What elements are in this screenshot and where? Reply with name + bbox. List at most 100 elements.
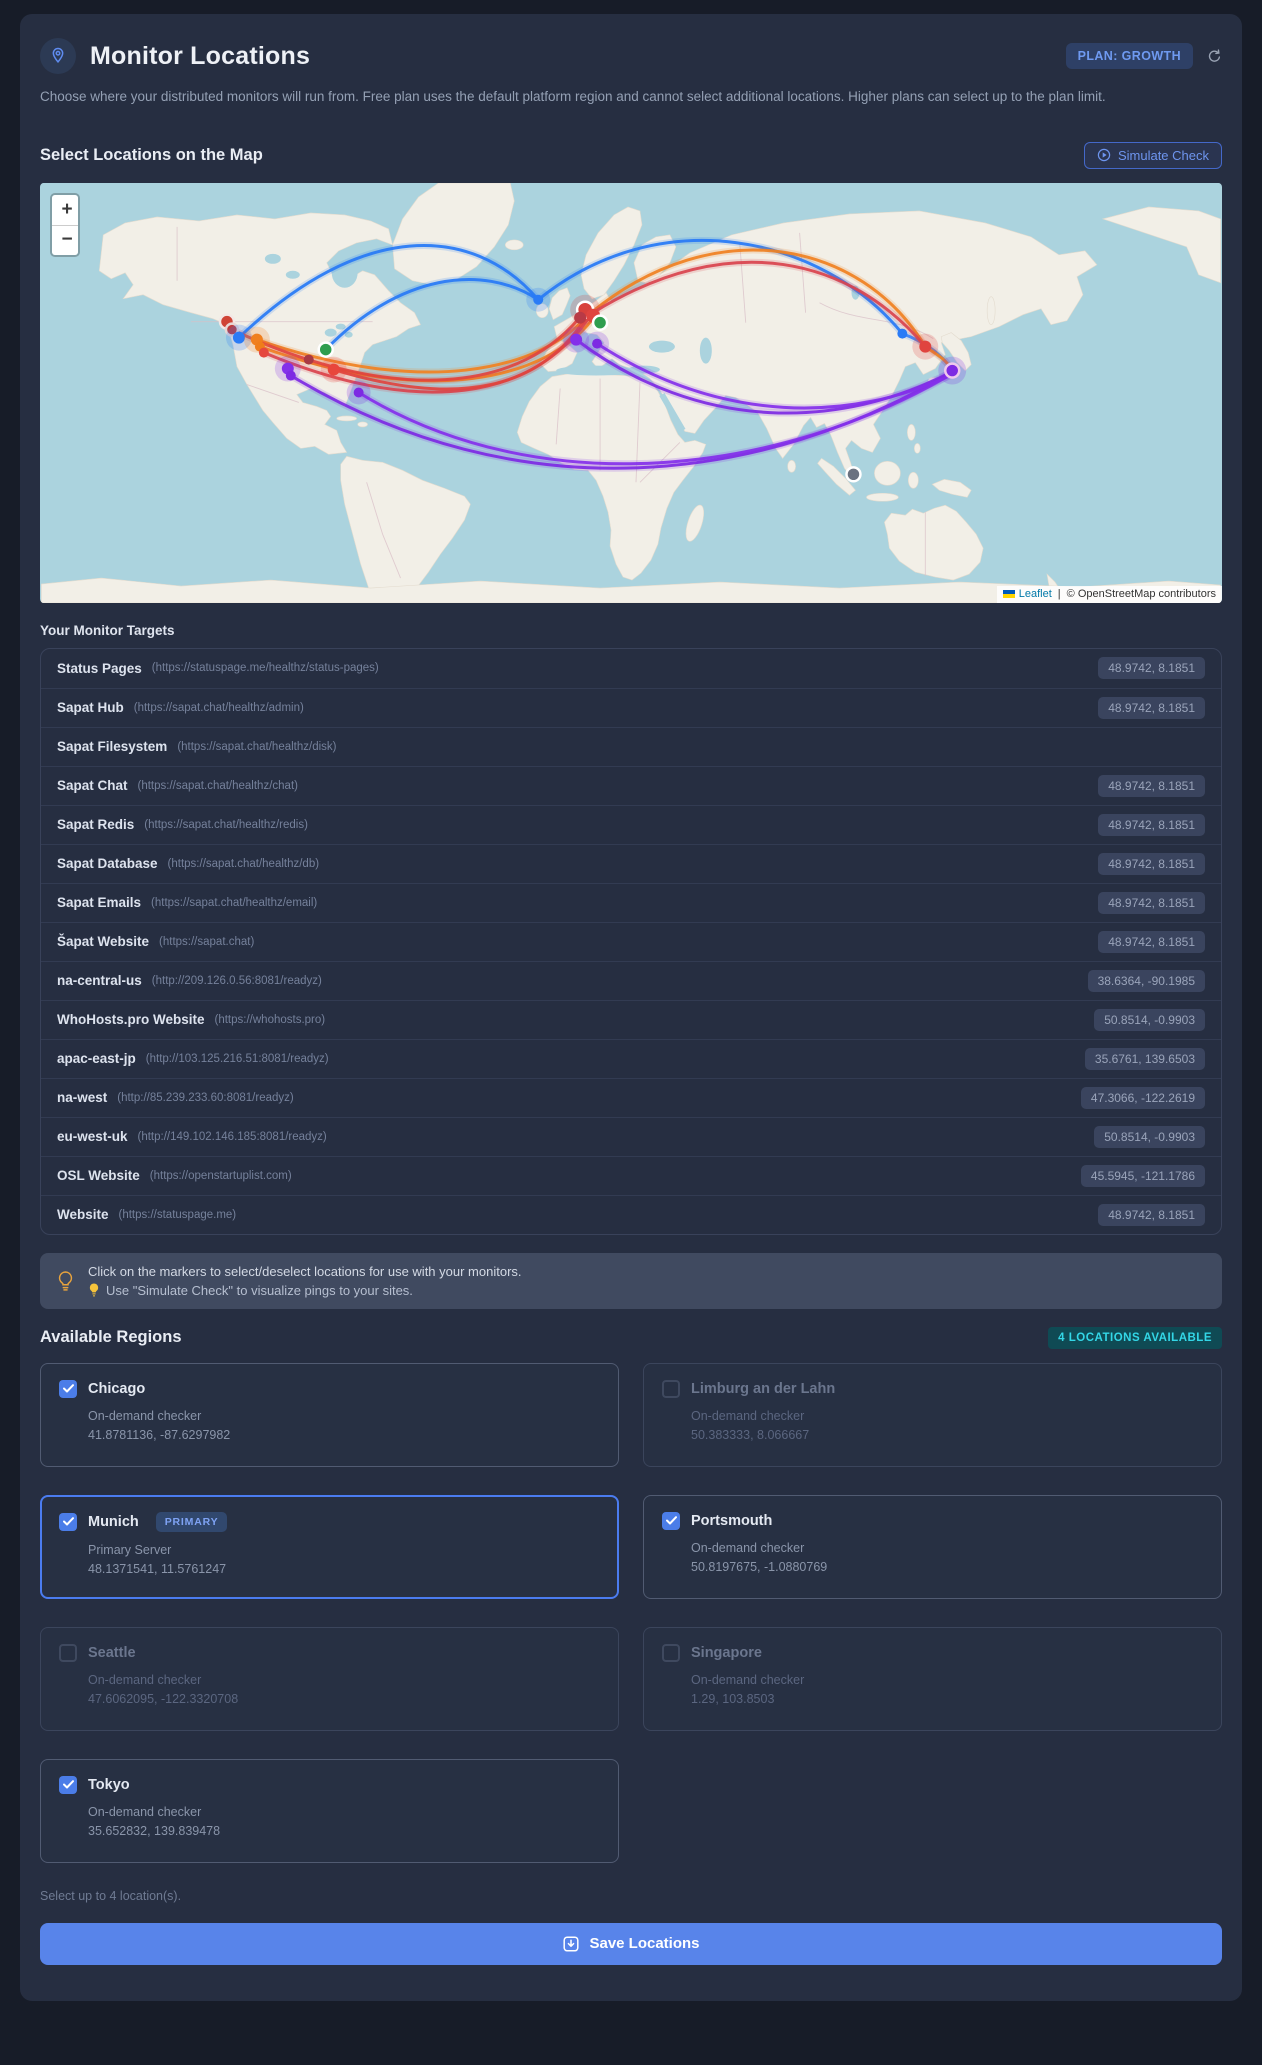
- eu-purple-2-marker[interactable]: [592, 338, 603, 349]
- checkmark-icon: [62, 1517, 74, 1526]
- munich-green-marker[interactable]: [591, 314, 609, 331]
- region-subtitle: On-demand checker: [88, 1408, 202, 1423]
- region-checkbox[interactable]: [59, 1379, 77, 1398]
- target-row: Sapat Filesystem (https://sapat.chat/heal…: [41, 726, 1221, 766]
- asia-blue-marker[interactable]: [897, 328, 908, 339]
- target-coordinates-badge: 50.8514, -0.9903: [1094, 1008, 1205, 1031]
- target-row: Sapat Database (https://sapat.chat/health…: [41, 843, 1221, 883]
- region-subtitle: On-demand checker: [88, 1672, 202, 1687]
- target-url: (https://sapat.chat/healthz/admin): [133, 701, 304, 714]
- target-url: (https://statuspage.me): [118, 1208, 237, 1221]
- leaflet-link[interactable]: Leaflet: [1019, 588, 1052, 600]
- map-section-title: Select Locations on the Map: [40, 145, 263, 164]
- zoom-out-button[interactable]: −: [52, 224, 78, 255]
- region-card-portsmouth[interactable]: Portsmouth On-demand checker 50.8197675, -…: [643, 1494, 1222, 1599]
- region-coordinates: 47.6062095, -122.3320708: [88, 1691, 239, 1706]
- region-card-singapore[interactable]: Singapore On-demand checker 1.29, 103.8503: [643, 1626, 1222, 1731]
- region-name: Limburg an der Lahn: [691, 1380, 836, 1397]
- target-url: (https://sapat.chat): [159, 935, 255, 948]
- region-coordinates: 50.383333, 8.066667: [691, 1427, 810, 1442]
- region-card-header: Seattle: [59, 1643, 600, 1662]
- region-checkbox[interactable]: [59, 1775, 77, 1794]
- target-coordinates-badge: 48.9742, 8.1851: [1098, 1203, 1205, 1226]
- us-darkred-marker[interactable]: [303, 354, 314, 365]
- target-url: (http://103.125.216.51:8081/readyz): [145, 1052, 329, 1065]
- eu-purple-1-marker[interactable]: [570, 333, 583, 346]
- asia-red-marker[interactable]: [919, 340, 932, 353]
- header-left: Monitor Locations: [40, 38, 310, 74]
- target-coordinates-badge: 35.6761, 139.6503: [1084, 1047, 1205, 1070]
- target-coordinates-badge: 48.9742, 8.1851: [1098, 696, 1205, 719]
- target-row: apac-east-jp (http://103.125.216.51:8081/…: [41, 1038, 1221, 1078]
- region-subtitle: Primary Server: [88, 1542, 172, 1557]
- region-coordinates: 1.29, 103.8503: [691, 1691, 775, 1706]
- osm-attribution[interactable]: © OpenStreetMap contributors: [1067, 588, 1216, 600]
- region-name: Munich: [88, 1513, 139, 1530]
- target-url: (https://whohosts.pro): [214, 1013, 326, 1026]
- header-right: PLAN: GROWTH: [1065, 43, 1222, 69]
- region-subtitle: On-demand checker: [691, 1672, 805, 1687]
- target-coordinates-badge: 48.9742, 8.1851: [1098, 657, 1205, 680]
- region-checkbox[interactable]: [662, 1511, 680, 1530]
- world-map-svg: [41, 182, 1221, 603]
- target-row: WhoHosts.pro Website (https://whohosts.pr…: [41, 999, 1221, 1039]
- tip-text: Click on the markers to select/deselect …: [88, 1264, 522, 1298]
- eu-darkred-marker[interactable]: [574, 311, 587, 324]
- region-card-seattle[interactable]: Seattle On-demand checker 47.6062095, -122…: [40, 1626, 619, 1731]
- region-checkbox[interactable]: [662, 1643, 680, 1662]
- region-card-header: Munich PRIMARY: [59, 1511, 600, 1532]
- tip-line-2: Use "Simulate Check" to visualize pings …: [88, 1283, 522, 1298]
- region-card-header: Limburg an der Lahn: [662, 1379, 1203, 1398]
- tokyo-purple-marker[interactable]: [944, 361, 961, 379]
- page-title: Monitor Locations: [90, 41, 311, 70]
- target-coordinates-badge: 48.9742, 8.1851: [1098, 852, 1205, 875]
- region-card-chicago[interactable]: Chicago On-demand checker 41.8781136, -87.…: [40, 1362, 619, 1467]
- region-card-tokyo[interactable]: Tokyo On-demand checker 35.652832, 139.839…: [40, 1758, 619, 1863]
- target-name: na-west: [57, 1090, 108, 1106]
- us-purple-3-marker[interactable]: [353, 387, 364, 398]
- page-description: Choose where your distributed monitors w…: [40, 89, 1106, 104]
- target-url: (http://209.126.0.56:8081/readyz): [151, 974, 322, 987]
- world-map[interactable]: + − Leaflet | © OpenStreetMap contributo…: [40, 182, 1222, 603]
- region-card-header: Tokyo: [59, 1775, 600, 1794]
- lightbulb-filled-icon: [89, 1283, 99, 1297]
- region-checkbox[interactable]: [662, 1379, 680, 1398]
- target-name: eu-west-uk: [57, 1129, 128, 1145]
- us-west-blue-marker[interactable]: [232, 331, 245, 344]
- target-name: Sapat Chat: [57, 778, 128, 794]
- region-name: Portsmouth: [691, 1512, 773, 1529]
- panel-header: Monitor Locations PLAN: GROWTH: [40, 38, 1222, 74]
- target-row: Status Pages (https://statuspage.me/healt…: [41, 649, 1221, 688]
- save-locations-button[interactable]: Save Locations: [40, 1922, 1222, 1965]
- monitor-locations-panel: Monitor Locations PLAN: GROWTH Choose wh…: [20, 14, 1242, 2001]
- us-red-2-marker[interactable]: [327, 363, 340, 376]
- zoom-in-button[interactable]: +: [52, 194, 78, 225]
- target-row: Sapat Emails (https://sapat.chat/healthz/…: [41, 882, 1221, 922]
- refresh-icon[interactable]: [1207, 48, 1222, 64]
- play-circle-icon: [1097, 148, 1111, 162]
- singapore-gray-marker[interactable]: [845, 465, 862, 483]
- region-checkbox[interactable]: [59, 1643, 77, 1662]
- chicago-green-marker[interactable]: [317, 340, 334, 358]
- target-coordinates-badge: 48.9742, 8.1851: [1098, 930, 1205, 953]
- target-name: Sapat Database: [57, 856, 158, 872]
- us-red-1-marker[interactable]: [258, 347, 269, 358]
- checkmark-icon: [62, 1780, 74, 1789]
- target-url: (https://sapat.chat/healthz/disk): [177, 740, 337, 753]
- target-name: Sapat Hub: [57, 700, 124, 716]
- region-checkbox[interactable]: [59, 1512, 77, 1531]
- target-row: Website (https://statuspage.me) 48.9742, 8…: [41, 1194, 1221, 1234]
- target-row: Sapat Chat (https://sapat.chat/healthz/ch…: [41, 765, 1221, 805]
- simulate-check-button[interactable]: Simulate Check: [1083, 141, 1222, 169]
- target-row: na-west (http://85.239.233.60:8081/readyz…: [41, 1077, 1221, 1117]
- target-name: na-central-us: [57, 973, 142, 989]
- region-card-munich[interactable]: Munich PRIMARY Primary Server 48.1371541, 1…: [40, 1494, 619, 1599]
- selection-limit-note: Select up to 4 location(s).: [40, 1888, 182, 1903]
- region-card-limburg-an-der-lahn[interactable]: Limburg an der Lahn On-demand checker 50.3…: [643, 1362, 1222, 1467]
- regions-section-header: Available Regions 4 LOCATIONS AVAILABLE: [40, 1326, 1222, 1349]
- plan-badge: PLAN: GROWTH: [1065, 43, 1193, 69]
- target-row: na-central-us (http://209.126.0.56:8081/r…: [41, 960, 1221, 1000]
- uk-blue-marker[interactable]: [533, 294, 544, 305]
- us-purple-2-marker[interactable]: [285, 370, 296, 381]
- target-coordinates-badge: 47.3066, -122.2619: [1080, 1086, 1205, 1109]
